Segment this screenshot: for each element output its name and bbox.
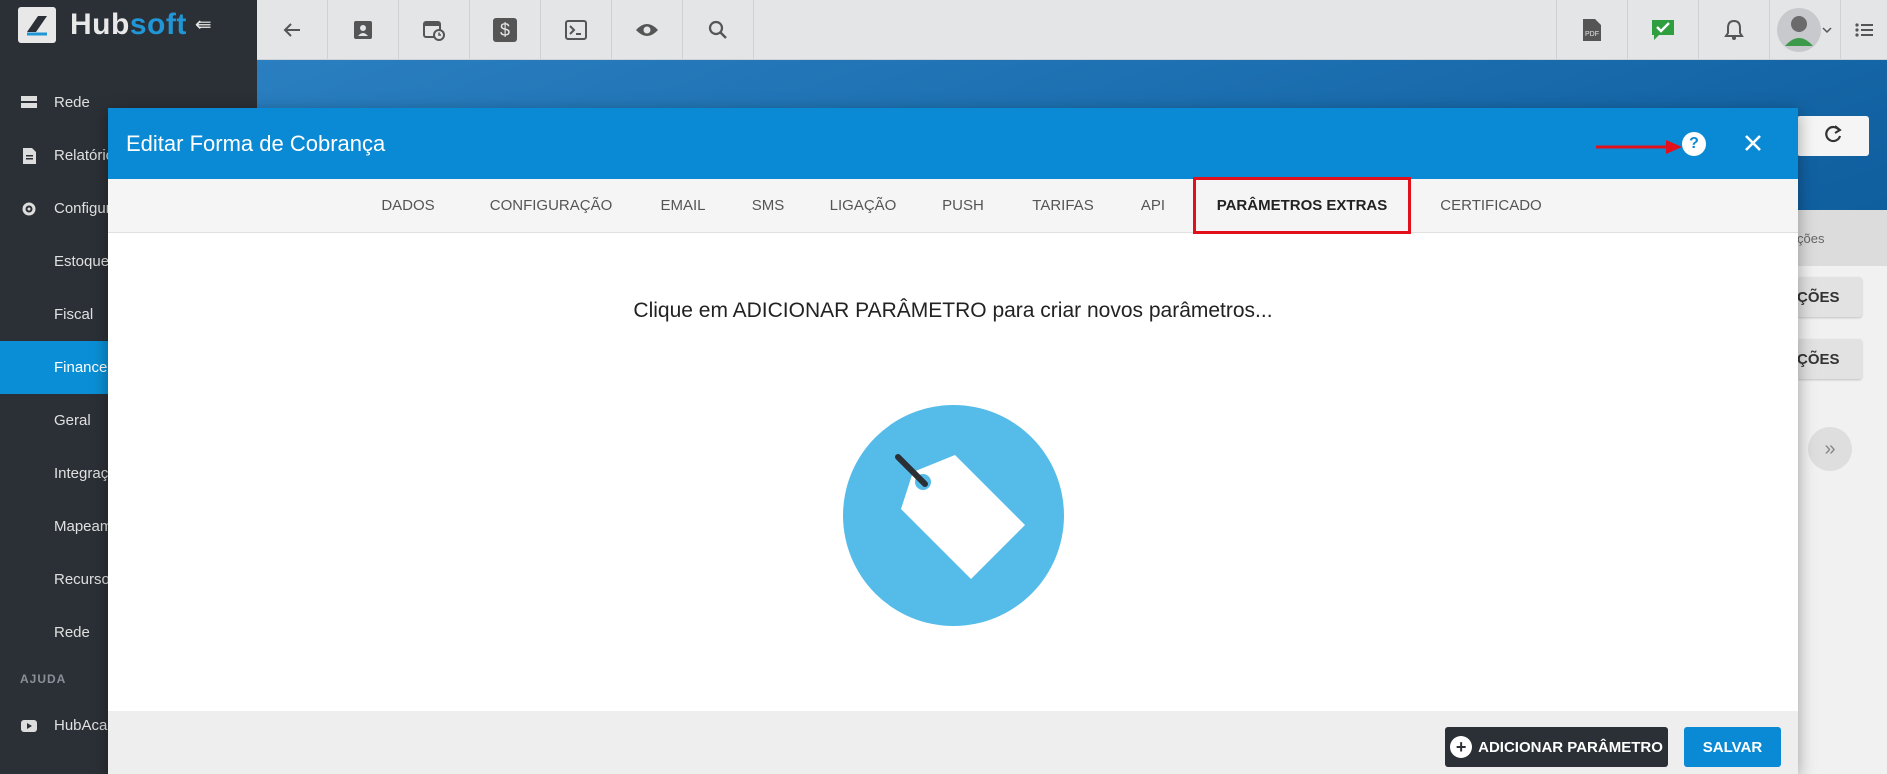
pdf-icon[interactable]: PDF xyxy=(1556,0,1627,60)
background-tab[interactable]: ções xyxy=(1797,210,1887,266)
close-icon[interactable] xyxy=(1738,128,1768,158)
contact-card-icon[interactable] xyxy=(328,0,399,60)
tab-highlight-box xyxy=(1193,177,1411,234)
add-parameter-button[interactable]: + ADICIONAR PARÂMETRO xyxy=(1445,727,1668,767)
modal-header: Editar Forma de Cobrança ? xyxy=(108,108,1798,179)
svg-text:$: $ xyxy=(500,20,510,40)
checked-message-icon[interactable] xyxy=(1627,0,1698,60)
list-icon[interactable] xyxy=(1840,0,1887,60)
tab-tarifas[interactable]: TARIFAS xyxy=(1013,179,1113,232)
eye-icon[interactable] xyxy=(612,0,683,60)
sidebar-item-label: Estoque xyxy=(54,253,110,270)
svg-text:PDF: PDF xyxy=(1585,31,1599,38)
tab-email[interactable]: EMAIL xyxy=(643,179,723,232)
hubsoft-logo-icon xyxy=(18,6,56,43)
brand-name: Hubsoft xyxy=(70,7,187,41)
background-button-label: ÇÕES xyxy=(1797,288,1840,306)
refresh-button[interactable] xyxy=(1797,116,1869,156)
save-button[interactable]: SALVAR xyxy=(1684,727,1781,767)
top-toolbar: $ PDF xyxy=(257,0,1887,60)
background-button-2[interactable]: ÇÕES xyxy=(1797,339,1862,379)
tab-configuracao[interactable]: CONFIGURAÇÃO xyxy=(471,179,631,232)
modal-tabs: DADOS CONFIGURAÇÃO EMAIL SMS LIGAÇÃO PUS… xyxy=(108,177,1798,234)
gear-icon xyxy=(20,200,38,218)
document-icon xyxy=(20,147,38,165)
youtube-icon xyxy=(20,717,38,735)
tag-icon xyxy=(843,405,1064,626)
annotation-arrow-icon xyxy=(1596,140,1682,154)
user-avatar[interactable] xyxy=(1769,0,1840,60)
terminal-icon[interactable] xyxy=(541,0,612,60)
help-icon[interactable]: ? xyxy=(1682,132,1706,156)
tab-dados[interactable]: DADOS xyxy=(363,179,453,232)
background-button-label: ÇÕES xyxy=(1797,350,1840,368)
sidebar-item-label: Rede xyxy=(54,94,90,111)
background-button-1[interactable]: ÇÕES xyxy=(1797,277,1862,317)
bell-icon[interactable] xyxy=(1698,0,1769,60)
brand: Hubsoft ⇚ xyxy=(0,0,257,49)
back-arrow-icon[interactable] xyxy=(257,0,328,60)
double-chevron-right-icon[interactable]: » xyxy=(1808,427,1852,471)
tab-push[interactable]: PUSH xyxy=(923,179,1003,232)
sidebar-item-label: Geral xyxy=(54,412,91,429)
search-icon[interactable] xyxy=(683,0,754,60)
modal-title: Editar Forma de Cobrança xyxy=(126,130,386,156)
calendar-clock-icon[interactable] xyxy=(399,0,470,60)
sidebar-item-label: Fiscal xyxy=(54,306,94,323)
sidebar-item-label: Rede xyxy=(54,624,90,641)
tab-api[interactable]: API xyxy=(1123,179,1183,232)
background-tab-label: ções xyxy=(1797,230,1825,246)
modal-footer: + ADICIONAR PARÂMETRO SALVAR xyxy=(108,711,1798,774)
collapse-left-icon[interactable]: ⇚ xyxy=(195,12,212,37)
empty-state-message: Clique em ADICIONAR PARÂMETRO para criar… xyxy=(633,299,1273,322)
edit-billing-modal: Editar Forma de Cobrança ? DADOS CONFIGU… xyxy=(108,108,1798,774)
modal-body: Clique em ADICIONAR PARÂMETRO para criar… xyxy=(108,233,1798,711)
plus-icon: + xyxy=(1450,736,1473,758)
tab-ligacao[interactable]: LIGAÇÃO xyxy=(813,179,913,232)
dollar-icon[interactable]: $ xyxy=(470,0,541,60)
tab-certificado[interactable]: CERTIFICADO xyxy=(1421,179,1561,232)
refresh-icon xyxy=(1823,124,1843,149)
server-icon xyxy=(20,94,38,112)
tab-sms[interactable]: SMS xyxy=(733,179,803,232)
add-parameter-label: ADICIONAR PARÂMETRO xyxy=(1478,738,1663,756)
